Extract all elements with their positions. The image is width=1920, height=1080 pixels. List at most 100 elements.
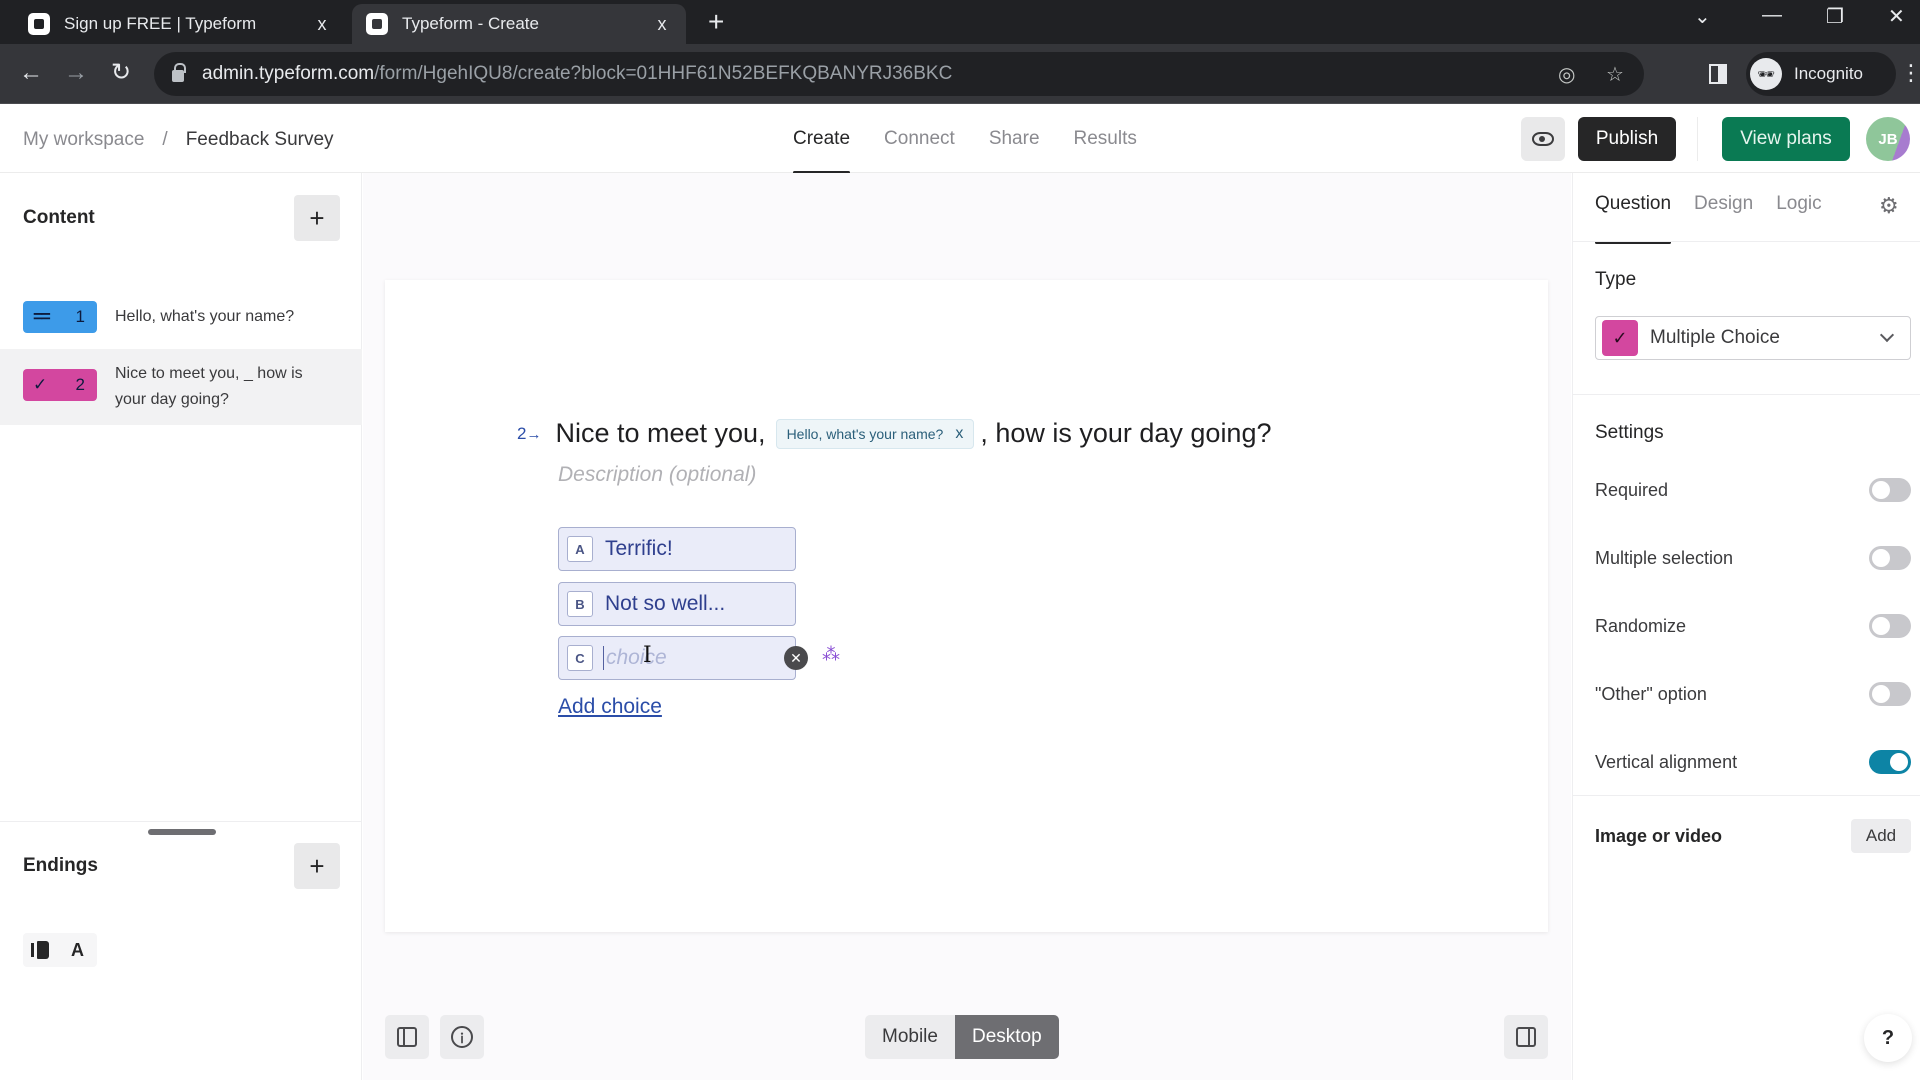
media-heading: Image or video (1595, 825, 1723, 846)
editor-canvas: 2→ Nice to meet you, Hello, what's your … (363, 173, 1571, 1080)
back-icon[interactable]: ← (16, 58, 46, 88)
setting-label: "Other" option (1595, 683, 1707, 704)
preview-button[interactable] (1521, 117, 1565, 161)
ai-sparkle-icon[interactable]: ⁂ (822, 644, 840, 665)
url-field[interactable]: admin.typeform.com/form/HgehIQU8/create?… (154, 52, 1644, 96)
content-heading: Content (23, 207, 95, 228)
tab-title: Typeform - Create (402, 14, 539, 33)
randomize-toggle[interactable] (1869, 614, 1911, 638)
close-tab-icon[interactable]: x (312, 14, 332, 35)
side-panel-icon[interactable] (1709, 64, 1727, 84)
minimize-icon[interactable]: — (1762, 4, 1782, 27)
sidebar-divider (0, 821, 362, 822)
tab-connect[interactable]: Connect (884, 105, 955, 173)
recall-chip[interactable]: Hello, what's your name? x (775, 418, 975, 449)
incognito-profile-button[interactable]: 🕶 Incognito (1746, 52, 1896, 96)
forward-icon[interactable]: → (61, 58, 91, 88)
restore-icon[interactable]: ❐ (1826, 4, 1844, 29)
choice-input[interactable]: choice (603, 646, 667, 670)
publish-button[interactable]: Publish (1578, 117, 1676, 161)
close-tab-icon[interactable]: x (652, 14, 672, 35)
question-title-before[interactable]: Nice to meet you, (555, 418, 765, 449)
tab-search-icon[interactable]: ⌄ (1694, 4, 1711, 29)
question-type-select[interactable]: ✓ Multiple Choice (1595, 316, 1911, 360)
tab-title: Sign up FREE | Typeform (64, 14, 257, 33)
browser-tab-create[interactable]: Typeform - Create x (352, 4, 686, 44)
star-icon[interactable]: ☆ (1606, 62, 1624, 87)
desktop-preview-button[interactable]: Desktop (954, 1015, 1059, 1059)
multiple-selection-toggle[interactable] (1869, 546, 1911, 570)
header-divider (1697, 117, 1698, 161)
tab-results[interactable]: Results (1074, 105, 1137, 173)
tab-share[interactable]: Share (989, 105, 1040, 173)
remove-choice-icon[interactable]: ✕ (784, 646, 808, 670)
question-list-item[interactable]: == 1 Hello, what's your name? (0, 287, 362, 347)
collapse-right-panel-button[interactable] (1504, 1015, 1548, 1059)
setting-other-option: "Other" option (1595, 682, 1911, 706)
accessibility-icon: ｉ (451, 1026, 473, 1048)
address-bar-row: ← → ↻ admin.typeform.com/form/HgehIQU8/c… (0, 44, 1920, 104)
url-path: /form/HgehIQU8/create?block=01HHF61N52BE… (374, 63, 953, 84)
tab-question[interactable]: Question (1595, 173, 1672, 244)
other-option-toggle[interactable] (1869, 682, 1911, 706)
checkmark-icon: ✓ (1602, 320, 1638, 356)
panel-divider (1573, 241, 1920, 242)
device-toggle: Mobile Desktop (865, 1015, 1059, 1059)
add-choice-link[interactable]: Add choice (558, 695, 662, 719)
tracking-protection-icon[interactable]: ◎ (1558, 62, 1575, 87)
breadcrumb-workspace[interactable]: My workspace (23, 129, 144, 151)
question-list-item-selected[interactable]: ✓ 2 Nice to meet you, _ how is your day … (0, 349, 362, 425)
choice-option[interactable]: B Not so well... (558, 582, 796, 626)
ending-list-item[interactable]: A (23, 933, 97, 967)
add-media-button[interactable]: Add (1851, 819, 1911, 853)
short-text-icon: == (33, 307, 51, 326)
resize-handle[interactable] (148, 829, 216, 835)
typeform-favicon-icon (366, 13, 388, 35)
panel-divider (1573, 795, 1920, 796)
user-avatar[interactable]: JB (1866, 117, 1910, 161)
setting-label: Multiple selection (1595, 547, 1734, 568)
browser-tab-signup[interactable]: Sign up FREE | Typeform x (14, 4, 346, 44)
tab-design[interactable]: Design (1694, 173, 1753, 241)
recall-chip-label: Hello, what's your name? (786, 425, 944, 442)
browser-menu-icon[interactable]: ⋮ (1900, 60, 1920, 86)
choice-option-editing[interactable]: C choice (558, 636, 796, 680)
vertical-alignment-toggle[interactable] (1869, 750, 1911, 774)
question-text: Nice to meet you, _ how is your day goin… (115, 365, 303, 408)
question-title-after[interactable]: , how is your day going? (980, 418, 1271, 449)
tab-create[interactable]: Create (793, 105, 851, 174)
setting-label: Randomize (1595, 615, 1687, 636)
gear-icon[interactable]: ⚙ (1879, 193, 1899, 219)
panel-divider (1573, 394, 1920, 395)
browser-tab-bar: Sign up FREE | Typeform x Typeform - Cre… (0, 0, 1920, 44)
view-plans-button[interactable]: View plans (1722, 117, 1850, 161)
remove-recall-icon[interactable]: x (955, 425, 963, 443)
lock-icon[interactable] (172, 63, 186, 82)
eye-icon (1532, 132, 1554, 146)
description-field[interactable]: Description (optional) (558, 463, 756, 487)
choice-option[interactable]: A Terrific! (558, 527, 796, 571)
choice-label: Not so well... (605, 592, 726, 615)
accessibility-button[interactable]: ｉ (440, 1015, 484, 1059)
new-tab-button[interactable]: + (708, 6, 724, 38)
settings-tabs: Question Design Logic (1595, 173, 1822, 244)
reload-icon[interactable]: ↻ (106, 58, 136, 88)
add-ending-button[interactable]: + (294, 843, 340, 889)
collapse-left-panel-button[interactable] (385, 1015, 429, 1059)
help-button[interactable]: ? (1864, 1014, 1912, 1062)
add-content-button[interactable]: + (294, 195, 340, 241)
required-toggle[interactable] (1869, 478, 1911, 502)
question-type-value: Multiple Choice (1650, 327, 1780, 348)
setting-vertical-alignment: Vertical alignment (1595, 750, 1911, 774)
question-badge: == 1 (23, 301, 97, 333)
breadcrumb: My workspace / Feedback Survey (23, 129, 334, 151)
tab-logic[interactable]: Logic (1776, 173, 1821, 241)
arrow-right-icon: → (526, 425, 542, 443)
mobile-preview-button[interactable]: Mobile (865, 1015, 955, 1059)
window-close-icon[interactable]: ✕ (1888, 4, 1905, 29)
choice-key: B (567, 591, 593, 617)
setting-randomize: Randomize (1595, 614, 1911, 638)
breadcrumb-form-name[interactable]: Feedback Survey (186, 129, 334, 151)
content-sidebar: Content + == 1 Hello, what's your name? … (0, 173, 362, 1080)
setting-label: Required (1595, 479, 1669, 500)
